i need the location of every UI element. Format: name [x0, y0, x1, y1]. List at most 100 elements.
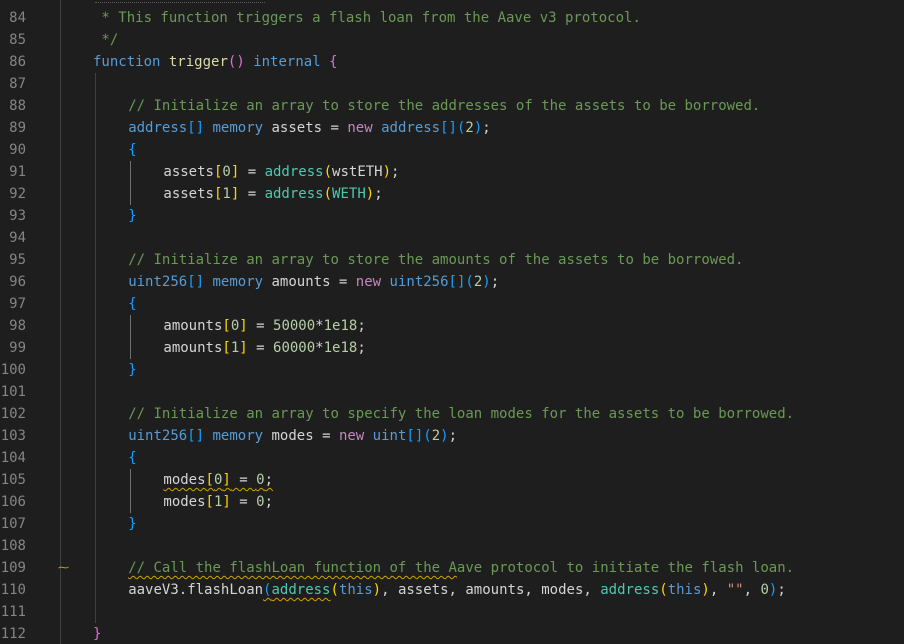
code-token: 0 — [256, 472, 265, 488]
code-token: [ — [205, 494, 214, 510]
code-token: address — [381, 120, 441, 136]
code-line[interactable]: 112} — [0, 623, 904, 644]
code-line[interactable]: 110 aaveV3.flashLoan(address(this), asset… — [0, 579, 904, 601]
code-token: 60000 — [273, 340, 316, 356]
code-token: 1e18 — [323, 340, 358, 356]
code-token: ; — [482, 120, 491, 136]
line-number: 111 — [0, 604, 26, 620]
code-line[interactable]: 91 assets[0] = address(wstETH); — [0, 161, 904, 183]
code-text: uint256[] memory amounts = new uint256[]… — [128, 271, 499, 293]
code-line[interactable]: 87 — [0, 73, 904, 95]
code-line[interactable]: 103 uint256[] memory modes = new uint[](2… — [0, 425, 904, 447]
code-line[interactable]: 99 amounts[1] = 60000*1e18; — [0, 337, 904, 359]
code-text: aaveV3.flashLoan(address(this), assets, … — [128, 579, 786, 601]
code-token: 0 — [222, 164, 231, 180]
code-token: ave protocol to initiate the flash loan. — [456, 560, 795, 576]
code-line[interactable]: 97 { — [0, 293, 904, 315]
code-token: address — [128, 120, 188, 136]
code-line[interactable]: 108 — [0, 535, 904, 557]
code-text: * This function triggers a flash loan fr… — [93, 7, 640, 29]
code-token: uint256 — [389, 274, 449, 290]
line-number: 106 — [0, 494, 26, 510]
code-token: // Initialize an array to specify the lo… — [128, 406, 795, 422]
code-line[interactable]: 107} — [0, 513, 904, 535]
code-token: ) — [701, 582, 710, 598]
code-token: */ — [93, 32, 119, 48]
warning-squiggle[interactable]: // Call the flashLoan function of the A — [128, 560, 457, 576]
code-line[interactable]: 100} — [0, 359, 904, 381]
code-token: new — [347, 120, 373, 136]
code-line[interactable]: 105 modes[0] = 0; — [0, 469, 904, 491]
code-token: memory — [212, 120, 264, 136]
code-token: [ — [205, 472, 214, 488]
code-token: function — [93, 54, 161, 70]
code-token: amounts — [163, 318, 223, 334]
code-token: uint256 — [128, 274, 188, 290]
code-token: assets — [163, 186, 214, 202]
code-token: , assets, amounts, modes, — [381, 582, 601, 598]
code-line[interactable]: 98 amounts[0] = 50000*1e18; — [0, 315, 904, 337]
code-token: 2 — [431, 428, 441, 444]
code-token: = — [230, 494, 257, 510]
code-token: [] — [406, 428, 424, 444]
code-token: ( — [323, 186, 333, 202]
warning-squiggle-glyph-icon[interactable]: ⁓ — [58, 557, 69, 579]
code-line[interactable]: 104 { — [0, 447, 904, 469]
line-number: 88 — [9, 98, 26, 114]
code-text: assets[1] = address(WETH); — [163, 183, 382, 205]
line-number: 84 — [9, 10, 26, 26]
code-line[interactable]: 95 // Initialize an array to store the am… — [0, 249, 904, 271]
code-line[interactable]: 88 // Initialize an array to store the ad… — [0, 95, 904, 117]
code-token: memory — [212, 428, 264, 444]
code-line[interactable]: 92 assets[1] = address(WETH); — [0, 183, 904, 205]
code-line[interactable]: 90 { — [0, 139, 904, 161]
code-token: * — [315, 340, 324, 356]
code-token: [] — [448, 274, 466, 290]
line-number: 110 — [0, 582, 26, 598]
line-number: 91 — [9, 164, 26, 180]
code-token: 1 — [222, 186, 231, 202]
code-text: function trigger() internal { — [93, 51, 338, 73]
code-line[interactable]: 101 — [0, 381, 904, 403]
code-token: ; — [264, 494, 274, 510]
line-number: 103 — [0, 428, 26, 444]
code-line[interactable]: 106 modes[1] = 0; — [0, 491, 904, 513]
code-line[interactable]: 89 address[] memory assets = new address[… — [0, 117, 904, 139]
code-line[interactable]: 85 */ — [0, 29, 904, 51]
code-token: ] — [239, 318, 248, 334]
code-line[interactable]: 109 ⁓ // Call the flashLoan function of th… — [0, 557, 904, 579]
code-text: address[] memory assets = new address[](… — [128, 117, 491, 139]
code-line[interactable]: 86 function trigger() internal { — [0, 51, 904, 73]
code-token: memory — [212, 274, 264, 290]
line-number: 86 — [9, 54, 26, 70]
code-token: trigger — [168, 54, 228, 70]
code-token: address — [271, 582, 331, 598]
code-line[interactable]: 94 — [0, 227, 904, 249]
code-token: [ — [222, 340, 231, 356]
code-line[interactable]: 84 * This function triggers a flash loan… — [0, 7, 904, 29]
code-line[interactable]: 102 // Initialize an array to specify the… — [0, 403, 904, 425]
code-token: ; — [391, 164, 400, 180]
code-token: { — [128, 450, 137, 466]
code-token: ( — [465, 274, 474, 290]
code-editor[interactable]: 84 * This function triggers a flash loan… — [0, 0, 904, 644]
code-text: // Initialize an array to specify the lo… — [128, 403, 794, 425]
code-text: } — [128, 513, 136, 535]
code-token: = — [239, 164, 265, 180]
code-token: address — [600, 582, 660, 598]
code-text: amounts[0] = 50000*1e18; — [163, 315, 365, 337]
code-token: assets = — [263, 120, 348, 136]
code-line[interactable]: 111 — [0, 601, 904, 623]
code-line[interactable]: 93} — [0, 205, 904, 227]
line-number: 99 — [9, 340, 26, 356]
code-token: = — [247, 318, 274, 334]
code-token: , — [743, 582, 761, 598]
code-line[interactable]: 96 uint256[] memory amounts = new uint256… — [0, 271, 904, 293]
code-token: ) — [440, 428, 449, 444]
code-token: uint256 — [128, 428, 188, 444]
